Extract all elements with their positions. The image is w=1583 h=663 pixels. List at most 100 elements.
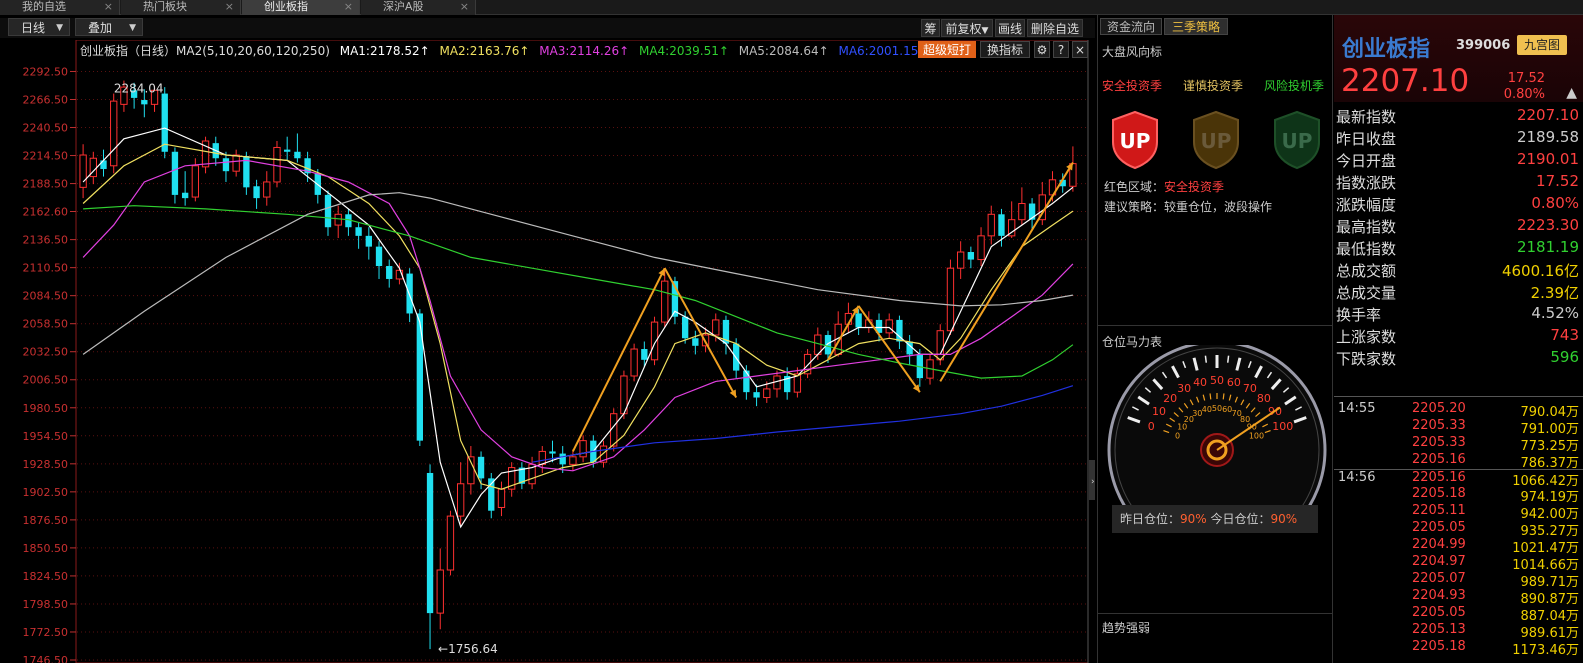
quote-row: 昨日收盘 2189.58 bbox=[1334, 128, 1583, 150]
y-tick-label: 2292.50 bbox=[23, 65, 69, 78]
candle-body bbox=[436, 569, 444, 614]
tab-chinext[interactable]: 创业板指 × bbox=[242, 0, 360, 15]
quote-row: 今日开盘 2190.01 bbox=[1334, 150, 1583, 172]
candle-body bbox=[263, 181, 271, 198]
close-icon[interactable]: × bbox=[104, 0, 113, 13]
quote-row: 总成交量 2.39亿 bbox=[1334, 282, 1583, 304]
legend-ma6: MA6:2001.15↑ bbox=[838, 44, 929, 58]
ma-line-ma1 bbox=[82, 127, 1074, 529]
candle-body bbox=[692, 338, 699, 346]
tab-watchlist[interactable]: 我的自选 × bbox=[0, 0, 120, 15]
restore-dropdown[interactable]: 前复权▼ bbox=[941, 19, 993, 37]
gauge-tick bbox=[1204, 355, 1208, 363]
help-icon[interactable]: ? bbox=[1053, 41, 1069, 58]
close-icon[interactable]: × bbox=[1072, 41, 1088, 58]
switch-indicator-button[interactable]: 换指标 bbox=[980, 41, 1030, 58]
tick-price: 2205.05 bbox=[1412, 520, 1466, 535]
tab-fund-flow[interactable]: 资金流向 bbox=[1100, 18, 1162, 35]
y-tick-label: 1928.50 bbox=[23, 458, 69, 471]
candle-body bbox=[324, 194, 332, 228]
shield-risk-icon: UP bbox=[1274, 110, 1320, 170]
ma-line-ma2 bbox=[82, 143, 1074, 490]
chevron-down-icon: ▼ bbox=[981, 26, 989, 36]
tick-price: 2205.05 bbox=[1412, 605, 1466, 620]
tick-price: 2204.93 bbox=[1412, 588, 1466, 603]
chart-toolbar: 日线 ▼ 叠加 ▼ 筹 前复权▼ 画线 删除自选 bbox=[0, 18, 1095, 38]
candle-body bbox=[253, 186, 260, 199]
tick-row: 2204.97 1014.66万 bbox=[1334, 554, 1583, 573]
nine-grid-button[interactable]: 九宫图 bbox=[1517, 35, 1567, 55]
chart-canvas[interactable]: 2292.50 2266.50 2240.50 2214.50 2188.50 2162.… bbox=[0, 40, 1095, 663]
quote-row: 最低指数 2181.19 bbox=[1334, 238, 1583, 260]
kline-chart[interactable]: 2292.50 2266.50 2240.50 2214.50 2188.50 2162.… bbox=[0, 40, 1095, 663]
candle-body bbox=[977, 235, 985, 261]
delete-watchlist-button[interactable]: 删除自选 bbox=[1027, 19, 1083, 37]
chevron-down-icon: ▼ bbox=[56, 23, 63, 33]
season-safe-label: 安全投资季 bbox=[1102, 79, 1163, 93]
advice-text: 建议策略：较重仓位，波段操作 bbox=[1104, 200, 1273, 214]
tick-price: 2205.18 bbox=[1412, 486, 1466, 501]
tick-time: 14:56 bbox=[1338, 470, 1376, 485]
quote-row: 最高指数 2223.30 bbox=[1334, 216, 1583, 238]
candle-body bbox=[936, 330, 944, 361]
candle-body bbox=[559, 453, 566, 465]
quote-value: 596 bbox=[1550, 348, 1579, 366]
tab-hot-sectors[interactable]: 热门板块 × bbox=[121, 0, 241, 15]
tick-row: 2205.33 791.00万 bbox=[1334, 418, 1583, 437]
candle-body bbox=[569, 456, 577, 465]
tick-price: 2205.11 bbox=[1412, 503, 1466, 518]
close-icon[interactable]: × bbox=[225, 0, 234, 13]
draw-line-button[interactable]: 画线 bbox=[995, 19, 1025, 37]
quote-label: 昨日收盘 bbox=[1336, 130, 1397, 148]
quote-label: 总成交量 bbox=[1336, 284, 1397, 302]
restore-label: 前复权 bbox=[945, 22, 982, 36]
overlay-label: 叠加 bbox=[88, 21, 113, 35]
candle-body bbox=[456, 483, 465, 517]
close-icon[interactable]: × bbox=[344, 0, 353, 13]
y-tick-label: 2188.50 bbox=[23, 178, 69, 191]
y-tick-label: 1772.50 bbox=[23, 626, 69, 639]
low-annotation: ←1756.64 bbox=[438, 642, 498, 656]
tab-a-shares[interactable]: 深沪A股 × bbox=[361, 0, 476, 15]
candle-body bbox=[386, 266, 393, 279]
gauge-outer-label: 10 bbox=[1152, 405, 1166, 418]
gear-icon[interactable]: ⚙ bbox=[1034, 41, 1050, 58]
chip-button[interactable]: 筹 bbox=[921, 19, 940, 37]
candle-body bbox=[273, 146, 281, 183]
y-tick-label: 2214.50 bbox=[23, 150, 69, 163]
tab-label: 创业板指 bbox=[264, 0, 308, 13]
position-gauge: 0102030405060708090100010203040506070809… bbox=[1107, 345, 1327, 505]
tick-volume: 1173.46万 bbox=[1512, 643, 1579, 658]
y-tick-label: 2110.50 bbox=[23, 262, 69, 275]
tick-row: 2205.07 989.71万 bbox=[1334, 571, 1583, 590]
period-dropdown[interactable]: 日线 ▼ bbox=[8, 18, 70, 36]
ma-line-ma5 bbox=[82, 192, 1074, 355]
candle-body bbox=[998, 214, 1005, 236]
candle-body bbox=[641, 349, 648, 360]
chevron-right-icon: › bbox=[1091, 477, 1095, 487]
position-summary: 昨日仓位：90% 今日仓位：90% bbox=[1112, 505, 1318, 533]
candle-body bbox=[334, 213, 342, 226]
season-cautious-label: 谨慎投资季 bbox=[1183, 79, 1244, 93]
tab-three-season[interactable]: 三季策略 bbox=[1164, 18, 1228, 35]
overlay-dropdown[interactable]: 叠加 ▼ bbox=[75, 18, 143, 36]
candle-body bbox=[967, 252, 975, 260]
quote-row: 下跌家数 596 bbox=[1334, 348, 1583, 370]
quote-value: 0.80% bbox=[1531, 194, 1579, 212]
tick-row: 2204.99 1021.47万 bbox=[1334, 537, 1583, 556]
tick-time: 14:55 bbox=[1338, 401, 1376, 416]
index-change-pct: 0.80% bbox=[1503, 87, 1545, 102]
candle-body bbox=[141, 100, 148, 105]
close-icon[interactable]: × bbox=[460, 0, 469, 13]
quote-row: 指数涨跌 17.52 bbox=[1334, 172, 1583, 194]
tab-label: 热门板块 bbox=[143, 0, 187, 13]
quote-label: 总成交额 bbox=[1336, 262, 1397, 280]
quote-value: 4.52% bbox=[1531, 304, 1579, 322]
gauge-outer-label: 100 bbox=[1272, 420, 1293, 433]
today-position-value: 90% bbox=[1270, 512, 1298, 526]
tick-row: 2205.13 989.61万 bbox=[1334, 622, 1583, 641]
super-trade-button[interactable]: 超级短打 bbox=[918, 41, 976, 58]
market-indicator-title: 大盘风向标 bbox=[1102, 45, 1163, 59]
candle-body bbox=[191, 165, 200, 198]
candle-body bbox=[79, 154, 87, 188]
